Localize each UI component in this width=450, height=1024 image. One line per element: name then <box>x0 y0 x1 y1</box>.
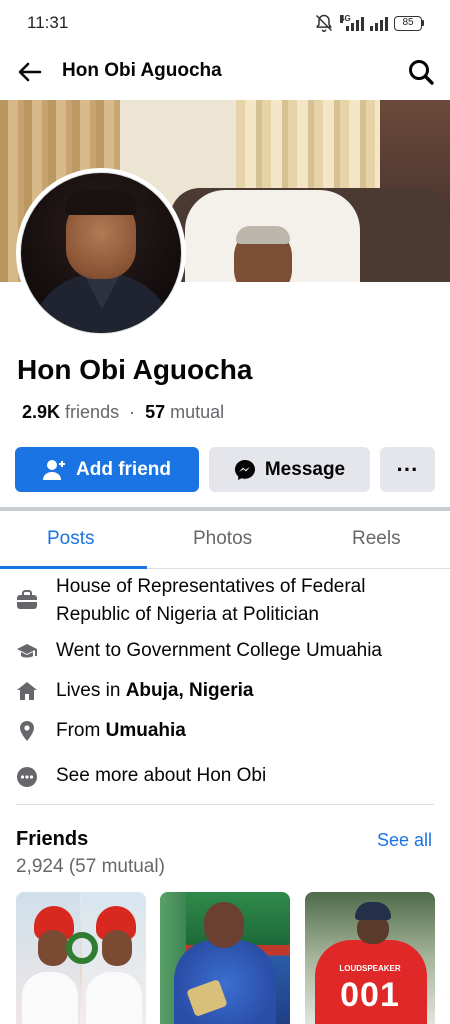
profile-tabs: Posts Photos Reels <box>0 511 450 569</box>
search-icon[interactable] <box>406 57 436 87</box>
mutual-word: mutual <box>170 402 225 422</box>
status-icons: 4G 85 <box>314 13 424 33</box>
top-bar: Hon Obi Aguocha <box>0 46 450 98</box>
add-friend-icon <box>43 459 65 480</box>
from-place: Umuahia <box>105 720 186 741</box>
education-info[interactable]: Went to Government College Umuahia <box>56 637 382 665</box>
friends-summary[interactable]: 2.9K friends · 57 mutual <box>22 402 224 423</box>
add-friend-label: Add friend <box>76 458 171 480</box>
network-type: 4G <box>340 14 351 23</box>
mutual-count: 57 <box>145 402 166 422</box>
friends-word: friends <box>65 402 120 422</box>
message-label: Message <box>264 458 346 480</box>
lives-prefix: Lives in <box>56 680 126 701</box>
back-arrow-icon[interactable] <box>16 58 44 86</box>
friend-thumbnail[interactable] <box>160 892 290 1024</box>
tab-photos[interactable]: Photos <box>193 528 252 550</box>
friends-count-text: 2,924 (57 mutual) <box>16 856 165 877</box>
work-info[interactable]: House of Representatives of Federal Repu… <box>56 573 426 629</box>
page-title: Hon Obi Aguocha <box>62 60 222 81</box>
location-pin-icon <box>20 721 34 741</box>
avatar <box>20 172 182 334</box>
more-dots-icon: ··· <box>396 456 419 482</box>
home-icon <box>17 682 37 700</box>
profile-picture[interactable] <box>16 168 186 338</box>
from-prefix: From <box>56 720 106 741</box>
profile-name: Hon Obi Aguocha <box>17 354 253 385</box>
tab-posts[interactable]: Posts <box>47 528 95 550</box>
briefcase-icon <box>17 590 37 609</box>
lives-place: Abuja, Nigeria <box>125 680 254 701</box>
see-more-about-link[interactable]: See more about Hon Obi <box>56 762 266 790</box>
signal-icon <box>370 15 388 31</box>
jersey-text: LOUDSPEAKER <box>339 964 401 973</box>
battery-icon: 85 <box>394 15 424 31</box>
jersey-number: 001 <box>340 976 400 1014</box>
friend-thumbnail[interactable]: LOUDSPEAKER 001 <box>305 892 435 1024</box>
message-button[interactable]: Message <box>209 447 370 492</box>
see-all-friends-link[interactable]: See all <box>377 830 432 851</box>
more-options-button[interactable]: ··· <box>380 447 435 492</box>
friend-thumbnail[interactable] <box>16 892 146 1024</box>
graduation-cap-icon <box>17 644 37 658</box>
friends-section-title: Friends <box>16 828 89 850</box>
divider <box>16 804 434 805</box>
status-time: 11:31 <box>27 13 69 32</box>
from-info[interactable]: From Umuahia <box>56 717 186 745</box>
messenger-icon <box>234 459 255 480</box>
active-tab-indicator <box>0 566 147 569</box>
friends-count: 2.9K <box>22 402 61 422</box>
more-dots-icon <box>17 767 37 787</box>
status-bar: 11:31 4G 85 <box>0 0 450 46</box>
tab-reels[interactable]: Reels <box>352 528 401 550</box>
notifications-off-icon <box>315 14 333 33</box>
lives-in-info[interactable]: Lives in Abuja, Nigeria <box>56 677 253 705</box>
signal-4g-icon: 4G <box>340 15 364 31</box>
battery-level: 85 <box>394 15 422 31</box>
separator-dot: · <box>129 402 136 422</box>
add-friend-button[interactable]: Add friend <box>15 447 199 492</box>
